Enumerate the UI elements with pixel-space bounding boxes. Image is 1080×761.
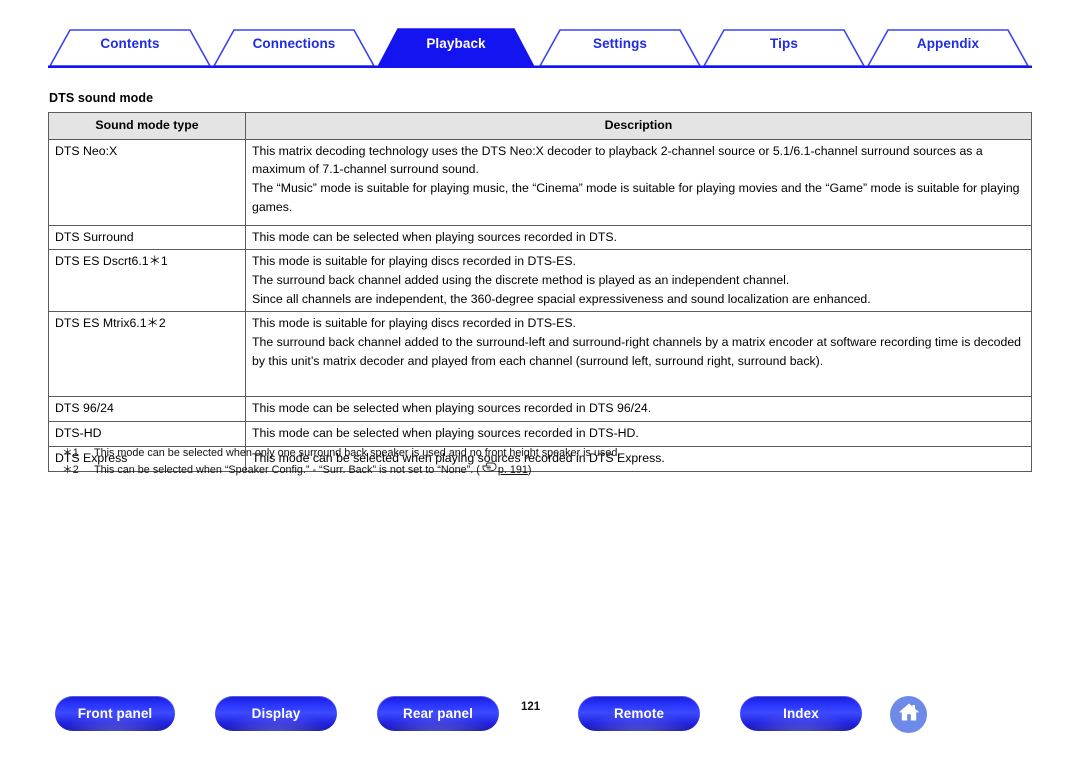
description-line: This mode is suitable for playing discs … (252, 316, 576, 331)
front-panel-button[interactable]: Front panel (55, 696, 175, 731)
cell-sound-mode-type: DTS Neo:X (48, 138, 246, 226)
description-line: This mode is suitable for playing discs … (252, 254, 576, 269)
footnotes: ＊1 This mode can be selected when only o… (62, 445, 620, 479)
sound-mode-table: Sound mode type Description DTS Neo:X Th… (48, 112, 1032, 472)
tab-contents[interactable]: Contents (50, 36, 210, 51)
pointing-hand-icon (482, 462, 497, 479)
cell-description: This mode can be selected when playing s… (245, 224, 1032, 251)
tab-baseline (48, 65, 1032, 68)
cell-description: This matrix decoding technology uses the… (245, 138, 1032, 226)
tab-tips[interactable]: Tips (704, 36, 864, 51)
cell-description: This mode can be selected when playing s… (245, 421, 1032, 447)
tab-playback[interactable]: Playback (378, 36, 534, 51)
footnote-text: This mode can be selected when only one … (94, 447, 621, 459)
cell-sound-mode-type: DTS ES Mtrix6.1＊2 (48, 311, 246, 398)
description-line: The surround back channel added using th… (252, 273, 790, 288)
page-title: DTS sound mode (49, 91, 154, 105)
display-button[interactable]: Display (215, 696, 337, 731)
table-row: DTS 96/24 This mode can be selected when… (48, 396, 1032, 423)
tab-appendix[interactable]: Appendix (868, 36, 1028, 51)
footnote-tail: ) (527, 464, 532, 477)
cell-sound-mode-type: DTS Surround (48, 224, 246, 251)
tab-settings[interactable]: Settings (540, 36, 700, 51)
table-header-row: Sound mode type Description (48, 112, 1032, 140)
table-row: DTS Surround This mode can be selected w… (48, 224, 1032, 251)
description-line: The “Music” mode is suitable for playing… (252, 181, 1020, 214)
footnote-1: ＊1 This mode can be selected when only o… (62, 445, 620, 462)
table-row: DTS-HD This mode can be selected when pl… (48, 421, 1032, 447)
table-row: DTS Neo:X This matrix decoding technolog… (48, 138, 1032, 226)
cell-description: This mode is suitable for playing discs … (245, 311, 1032, 398)
cell-sound-mode-type: DTS 96/24 (48, 396, 246, 423)
remote-button[interactable]: Remote (578, 696, 700, 731)
description-line: This mode can be selected when playing s… (252, 229, 617, 244)
cell-sound-mode-type: DTS ES Dscrt6.1＊1 (48, 249, 246, 313)
footnote-marker: ＊1 (62, 447, 79, 459)
footer-bar: Front panel Display Rear panel 121 Remot… (0, 696, 1080, 742)
home-icon (897, 701, 921, 728)
description-line: Since all channels are independent, the … (252, 291, 871, 306)
column-header-sound-mode-type: Sound mode type (48, 112, 246, 140)
column-header-description: Description (245, 112, 1032, 140)
cell-description: This mode is suitable for playing discs … (245, 249, 1032, 313)
table-row: DTS ES Mtrix6.1＊2 This mode is suitable … (48, 311, 1032, 398)
footnote-2: ＊2 This can be selected when “Speaker Co… (62, 462, 620, 479)
rear-panel-button[interactable]: Rear panel (377, 696, 499, 731)
index-button[interactable]: Index (740, 696, 862, 731)
description-line: This mode can be selected when playing s… (252, 401, 652, 416)
page-number: 121 (521, 701, 541, 713)
top-tab-bar: Contents Connections Playback Settings T… (48, 26, 1032, 68)
tab-connections[interactable]: Connections (214, 36, 374, 51)
footnote-marker: ＊2 (62, 464, 79, 477)
cell-description: This mode can be selected when playing s… (245, 396, 1032, 423)
cell-sound-mode-type: DTS-HD (48, 421, 246, 447)
description-line: This matrix decoding technology uses the… (252, 143, 983, 177)
footnote-text: This can be selected when “Speaker Confi… (94, 464, 480, 477)
home-button[interactable] (890, 696, 927, 733)
description-line: The surround back channel added to the s… (252, 335, 1021, 368)
description-line: This mode can be selected when playing s… (252, 426, 639, 441)
page-reference-link[interactable]: p. 191 (498, 462, 528, 479)
table-row: DTS ES Dscrt6.1＊1 This mode is suitable … (48, 249, 1032, 313)
